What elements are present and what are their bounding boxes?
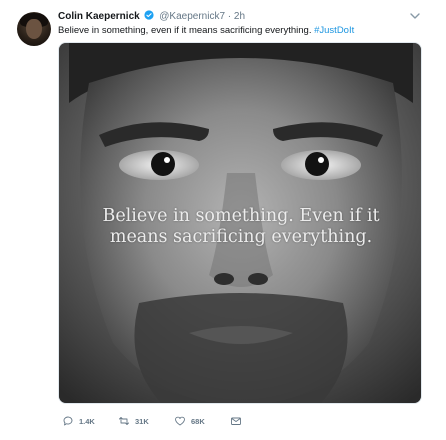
retweet-icon (119, 417, 129, 425)
author-name[interactable]: Colin Kaepernick (58, 11, 140, 22)
tweet-timestamp[interactable]: 2h (234, 11, 245, 22)
avatar[interactable] (17, 12, 51, 46)
tweet-body: Believe in something, even if it means s… (58, 25, 312, 36)
avatar-face (26, 19, 42, 39)
retweet-count: 31K (135, 416, 149, 426)
overlay-text-line2: means sacrificing everything. (109, 227, 373, 247)
author-handle[interactable]: @Kaepernick7 (159, 11, 225, 22)
like-count: 68K (191, 416, 205, 426)
reply-count: 1.4K (79, 416, 95, 426)
tweet-text: Believe in something, even if it means s… (58, 24, 428, 38)
envelope-icon (231, 417, 241, 425)
like-button[interactable]: 68K (174, 413, 205, 429)
heart-icon (175, 416, 185, 426)
verified-badge-icon (144, 10, 155, 20)
chevron-down-icon[interactable] (409, 11, 421, 21)
reply-button[interactable]: 1.4K (62, 413, 95, 429)
direct-message-button[interactable] (230, 413, 242, 429)
hashtag-link[interactable]: #JustDoIt (314, 25, 354, 36)
tweet-card[interactable]: Colin Kaepernick @Kaepernick7 · 2h Belie… (0, 0, 446, 440)
tweet-actions: 1.4K 31K 68K (58, 413, 298, 429)
retweet-button[interactable]: 31K (118, 413, 149, 429)
reply-icon (63, 416, 73, 426)
separator-dot: · (227, 11, 232, 22)
tweet-media-image[interactable]: Believe in something. Even if it means s… (58, 42, 422, 404)
overlay-text-line1: Believe in something. Even if it (102, 206, 380, 226)
